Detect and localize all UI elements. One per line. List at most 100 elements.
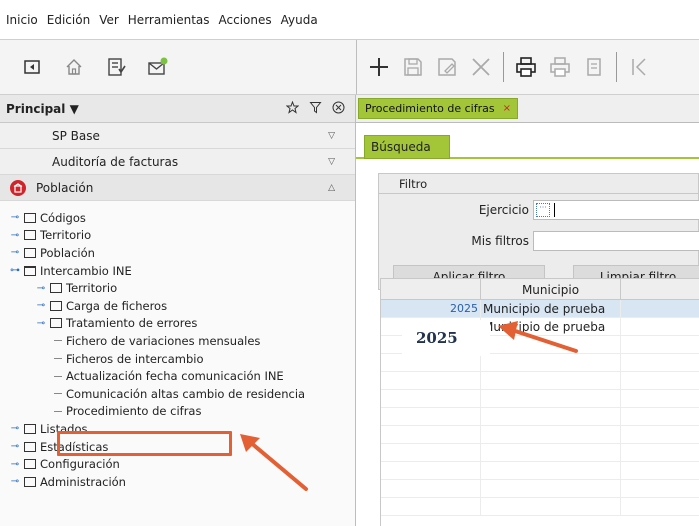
table-row xyxy=(381,480,699,498)
table-row xyxy=(381,498,699,516)
tree-expand-icon[interactable]: ⊸ xyxy=(8,459,22,470)
section-auditoria-facturas[interactable]: Auditoría de facturas ▽ xyxy=(0,149,355,175)
table-row xyxy=(381,444,699,462)
star-icon[interactable] xyxy=(285,100,300,117)
tab-busqueda[interactable]: Búsqueda xyxy=(364,135,450,159)
print-preview-icon[interactable] xyxy=(548,55,572,79)
tree-item-comunicacion-altas[interactable]: Comunicación altas cambio de residencia xyxy=(0,385,355,403)
close-tab-icon[interactable]: × xyxy=(503,103,511,114)
menu-edicion[interactable]: Edición xyxy=(47,13,90,27)
mis-filtros-row: Mis filtros xyxy=(379,231,699,251)
tree-item-label: Intercambio INE xyxy=(40,263,132,278)
tree-item-label: Carga de ficheros xyxy=(66,298,168,313)
tree-expand-icon[interactable]: ⊸ xyxy=(34,300,48,311)
close-circle-icon[interactable] xyxy=(332,101,345,117)
filter-icon[interactable] xyxy=(309,101,322,117)
tab-procedimiento-cifras[interactable]: Procedimiento de cifras × xyxy=(358,98,518,119)
tree-item-intercambio-ine[interactable]: ⊶ Intercambio INE xyxy=(0,262,355,280)
first-record-icon[interactable] xyxy=(627,55,651,79)
left-toolbar xyxy=(0,40,356,95)
folder-icon xyxy=(24,230,36,241)
tree-item-procedimiento-cifras[interactable]: Procedimiento de cifras xyxy=(0,403,355,421)
tasks-icon[interactable] xyxy=(104,55,128,79)
tree-item-fichero-variaciones[interactable]: Fichero de variaciones mensuales xyxy=(0,332,355,350)
tree-item-label: Procedimiento de cifras xyxy=(66,404,202,419)
tree-expand-icon[interactable]: ⊸ xyxy=(8,212,22,223)
tab-label: Búsqueda xyxy=(371,140,431,154)
tree-collapse-icon[interactable]: ⊶ xyxy=(8,265,22,276)
tree-item-ficheros-intercambio[interactable]: Ficheros de intercambio xyxy=(0,350,355,368)
folder-icon xyxy=(50,318,62,329)
print-icon[interactable] xyxy=(514,55,538,79)
tree-expand-icon[interactable]: ⊸ xyxy=(8,230,22,241)
tree-expand-icon[interactable]: ⊸ xyxy=(34,283,48,294)
chevron-down-icon: ▽ xyxy=(328,130,335,141)
save-icon[interactable] xyxy=(401,55,425,79)
tree-item-territorio[interactable]: ⊸ Territorio xyxy=(0,227,355,245)
chevron-up-icon: △ xyxy=(328,182,335,193)
tree-item-actualizacion-fecha[interactable]: Actualización fecha comunicación INE xyxy=(0,367,355,385)
annotation-highlight-box xyxy=(57,431,232,456)
tree-item-label: Configuración xyxy=(40,457,120,472)
folder-icon xyxy=(24,441,36,452)
delete-icon[interactable] xyxy=(469,55,493,79)
annotation-year-callout: 2025 xyxy=(402,320,490,356)
folder-icon xyxy=(24,212,36,223)
menu-acciones[interactable]: Acciones xyxy=(219,13,272,27)
section-sp-base[interactable]: SP Base ▽ xyxy=(0,123,355,149)
tree-item-poblacion[interactable]: ⊸ Población xyxy=(0,244,355,262)
column-header-municipio[interactable]: Municipio xyxy=(481,279,621,300)
tree-item-territorio-ine[interactable]: ⊸ Territorio xyxy=(0,279,355,297)
tree-item-label: Códigos xyxy=(40,210,86,225)
tree-item-codigos[interactable]: ⊸ Códigos xyxy=(0,209,355,227)
tree-item-label: Tratamiento de errores xyxy=(66,316,198,331)
tree-expand-icon[interactable]: ⊸ xyxy=(34,318,48,329)
mis-filtros-label: Mis filtros xyxy=(471,234,529,248)
tree-expand-icon[interactable]: ⊸ xyxy=(8,476,22,487)
table-row xyxy=(381,426,699,444)
section-label: SP Base xyxy=(52,128,100,143)
tree-expand-icon[interactable]: ⊸ xyxy=(8,441,22,452)
folder-open-icon xyxy=(24,265,36,276)
tree-connector xyxy=(54,375,62,377)
folder-icon xyxy=(50,300,62,311)
add-icon[interactable] xyxy=(367,55,391,79)
lookup-icon[interactable]: ··· xyxy=(536,203,550,217)
tree-item-label: Fichero de variaciones mensuales xyxy=(66,333,261,348)
menu-ayuda[interactable]: Ayuda xyxy=(281,13,318,27)
menu-herramientas[interactable]: Herramientas xyxy=(128,13,210,27)
section-poblacion[interactable]: Población △ xyxy=(0,175,355,201)
menu-inicio[interactable]: Inicio xyxy=(6,13,38,27)
tree-item-label: Territorio xyxy=(40,228,92,243)
results-grid: Municipio 2025 Municipio de prueba 2021 … xyxy=(380,278,699,526)
table-row[interactable]: 2025 Municipio de prueba xyxy=(381,300,699,318)
ejercicio-label: Ejercicio xyxy=(478,203,529,217)
folder-icon xyxy=(24,423,36,434)
folder-icon xyxy=(24,476,36,487)
column-header-year[interactable] xyxy=(381,279,481,300)
menu-bar: Inicio Edición Ver Herramientas Acciones… xyxy=(0,0,699,40)
home-icon[interactable] xyxy=(62,55,86,79)
poblacion-icon xyxy=(10,179,26,196)
menu-ver[interactable]: Ver xyxy=(99,13,119,27)
tree-item-tratamiento-errores[interactable]: ⊸ Tratamiento de errores xyxy=(0,315,355,333)
document-icon[interactable] xyxy=(582,55,606,79)
chevron-down-icon: ▽ xyxy=(328,156,335,167)
tree-expand-icon[interactable]: ⊸ xyxy=(8,247,22,258)
principal-label[interactable]: Principal ▼ xyxy=(6,102,79,116)
sidebar-toggle-icon[interactable] xyxy=(20,55,44,79)
toolbar-divider xyxy=(503,52,504,82)
document-area: Procedimiento de cifras × Búsqueda Filtr… xyxy=(356,95,699,526)
ejercicio-input[interactable]: ··· xyxy=(533,200,699,220)
inner-tab-bar: Búsqueda xyxy=(356,135,699,159)
mis-filtros-input[interactable] xyxy=(533,231,699,251)
table-row xyxy=(381,390,699,408)
tree-item-carga-ficheros[interactable]: ⊸ Carga de ficheros xyxy=(0,297,355,315)
principal-header[interactable]: Principal ▼ xyxy=(0,95,355,123)
tree-connector xyxy=(54,358,62,360)
tree-connector xyxy=(54,410,62,412)
mail-notification-icon[interactable] xyxy=(146,55,170,79)
tree-expand-icon[interactable]: ⊸ xyxy=(8,423,22,434)
save-as-icon[interactable] xyxy=(435,55,459,79)
tree-item-label: Territorio xyxy=(66,281,118,296)
